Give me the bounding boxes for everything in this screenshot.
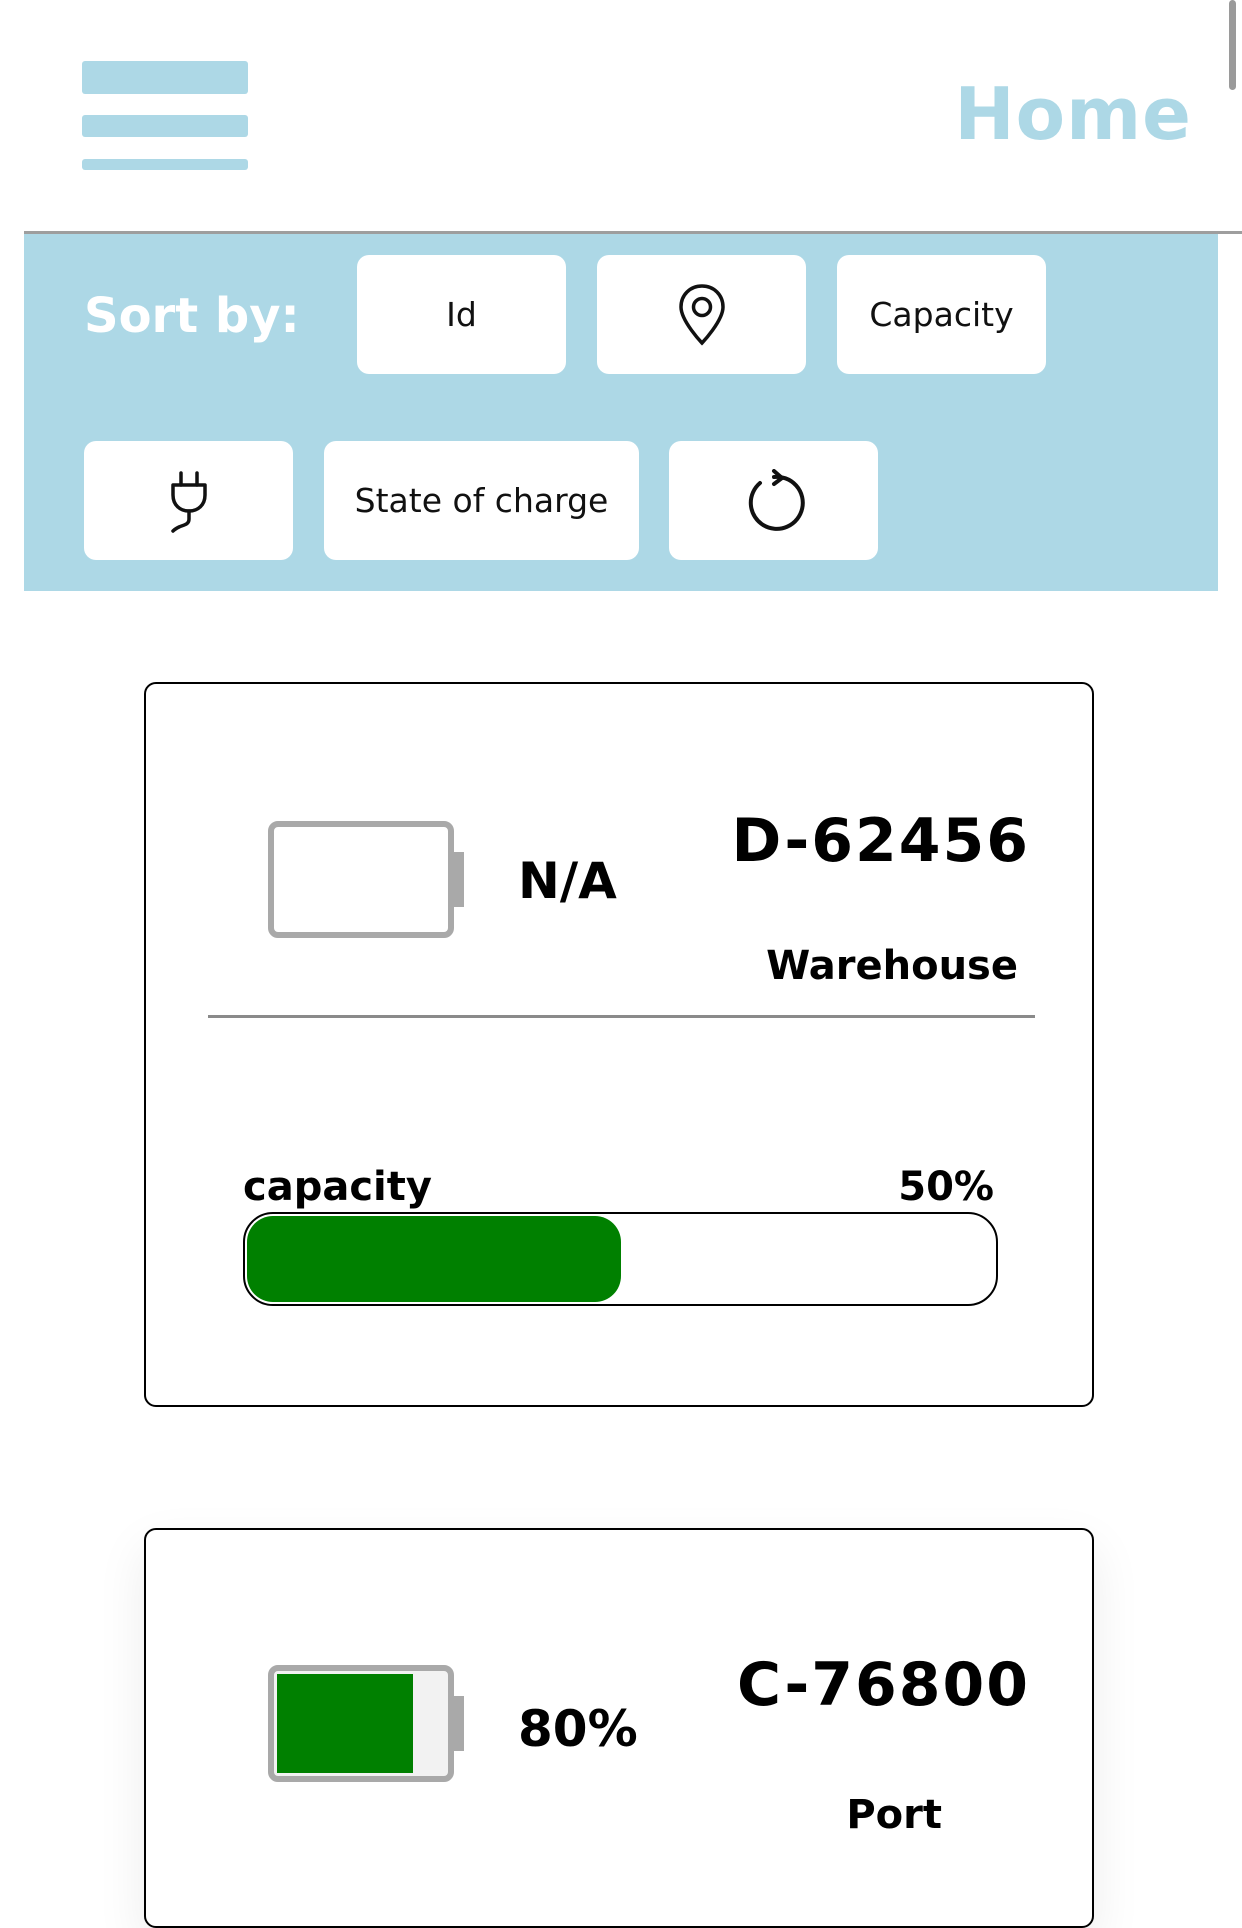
sort-by-id-label: Id <box>446 295 477 334</box>
battery-tip <box>454 1696 464 1751</box>
capacity-progress-fill <box>247 1216 621 1302</box>
battery-tip <box>454 852 464 907</box>
hamburger-bar <box>82 115 248 137</box>
sort-by-state-of-charge-button[interactable]: State of charge <box>324 441 639 560</box>
sort-by-plug-button[interactable] <box>84 441 293 560</box>
card-divider <box>208 1015 1035 1018</box>
sort-by-id-button[interactable]: Id <box>357 255 566 374</box>
battery-icon <box>268 821 464 938</box>
plug-icon <box>170 470 207 533</box>
sort-by-location-button[interactable] <box>597 255 806 374</box>
capacity-progress-bar <box>243 1212 998 1306</box>
battery-body <box>268 821 454 938</box>
capacity-value: 50% <box>898 1164 994 1210</box>
device-location: Warehouse <box>766 943 1018 989</box>
device-location: Port <box>846 1792 942 1838</box>
reset-icon <box>748 468 805 531</box>
capacity-label: capacity <box>243 1164 432 1210</box>
scrollbar[interactable] <box>1229 0 1236 90</box>
charge-value: N/A <box>518 852 617 910</box>
device-card[interactable]: 80% C-76800 Port <box>144 1528 1094 1928</box>
reset-sort-button[interactable] <box>669 441 878 560</box>
battery-fill <box>277 1674 413 1773</box>
device-card[interactable]: N/A D-62456 Warehouse capacity 50% <box>144 682 1094 1407</box>
sort-toolbar: Sort by: Id Capacity State of charge <box>24 234 1218 591</box>
battery-body <box>268 1665 454 1782</box>
map-pin-icon <box>678 283 725 346</box>
charge-value: 80% <box>518 1700 638 1758</box>
sort-by-capacity-label: Capacity <box>869 295 1014 334</box>
device-id: C-76800 <box>736 1650 1030 1720</box>
app-header: Home <box>0 0 1242 232</box>
page-title: Home <box>954 72 1192 156</box>
battery-icon <box>268 1665 464 1782</box>
hamburger-bar <box>82 61 248 94</box>
sort-by-state-of-charge-label: State of charge <box>354 481 609 520</box>
hamburger-menu-icon[interactable] <box>82 60 250 172</box>
sort-by-capacity-button[interactable]: Capacity <box>837 255 1046 374</box>
hamburger-bar <box>82 159 248 170</box>
device-id: D-62456 <box>731 806 1030 876</box>
sort-label: Sort by: <box>84 288 300 344</box>
